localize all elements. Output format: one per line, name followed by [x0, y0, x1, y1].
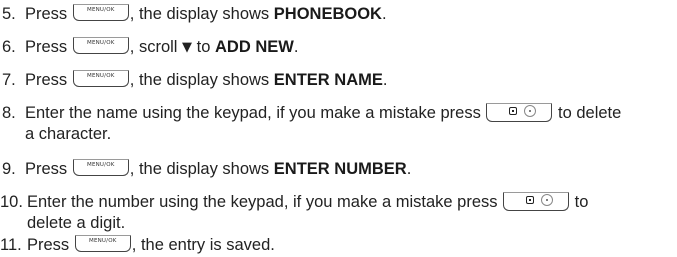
menu-ok-key-icon: MENU/OK [72, 159, 129, 176]
menu-ok-key-icon: MENU/OK [72, 37, 129, 54]
press-text: Press [25, 71, 68, 89]
press-text: Press [25, 5, 68, 23]
step-text-part: , scroll [129, 38, 183, 56]
key-label: MENU/OK [87, 162, 115, 168]
step-text: Press MENU/OK , the display shows PHONEBO… [25, 3, 387, 26]
menu-ok-key-icon: MENU/OK [74, 235, 131, 252]
instruction-steps: 5. Press MENU/OK , the display shows PHON… [0, 0, 677, 257]
step-text-part: to delete [553, 104, 622, 122]
step-text-continued: delete a digit. [27, 214, 126, 232]
delete-key-icon [503, 192, 570, 211]
step-text: Press MENU/OK , the display shows ENTER N… [25, 158, 411, 181]
phonebook-symbol-icon [526, 196, 535, 204]
step-number: 8. [2, 104, 16, 122]
step-text-part: Enter the number using the keypad, if yo… [27, 193, 503, 211]
key-label: MENU/OK [87, 40, 115, 46]
triangle-down-icon: ▼ [182, 40, 193, 55]
step-text-part: , the display shows [129, 71, 274, 89]
step-text-continued: a character. [25, 125, 112, 143]
key-label: MENU/OK [87, 7, 115, 13]
step-text-end: . [382, 71, 388, 89]
step-text-part: to [570, 193, 589, 211]
press-text: Press [27, 236, 70, 254]
menu-ok-key-icon: MENU/OK [72, 4, 129, 21]
step-text-part: to [192, 38, 215, 56]
step-number: 11. [0, 236, 22, 254]
delete-key-icon [486, 103, 553, 122]
step-text: Press MENU/OK , the entry is saved. [27, 234, 275, 257]
key-label: MENU/OK [87, 73, 115, 79]
dot-icon [524, 105, 537, 117]
step-text: Enter the name using the keypad, if you … [25, 102, 621, 125]
dot-icon [541, 194, 554, 206]
step-text: Press MENU/OK , the display shows ENTER N… [25, 69, 387, 92]
step-number: 9. [2, 160, 16, 178]
display-text: ENTER NUMBER [273, 160, 407, 178]
menu-ok-key-icon: MENU/OK [72, 70, 129, 87]
step-text-end: . [406, 160, 412, 178]
step-number: 7. [2, 71, 16, 89]
step-number: 6. [2, 38, 16, 56]
display-text: ENTER NAME [273, 71, 383, 89]
press-text: Press [25, 38, 68, 56]
step-number: 10. [0, 193, 23, 211]
step-text-end: . [293, 38, 299, 56]
step-text-part: , the display shows [129, 5, 274, 23]
step-text: Press MENU/OK , scroll ▼ to ADD NEW. [25, 36, 298, 59]
phonebook-symbol-icon [509, 107, 518, 115]
press-text: Press [25, 160, 68, 178]
display-text: ADD NEW [214, 38, 294, 56]
step-text-end: . [381, 5, 387, 23]
step-text-part: , the entry is saved. [131, 236, 275, 254]
key-label: MENU/OK [89, 238, 117, 244]
step-text-part: Enter the name using the keypad, if you … [25, 104, 486, 122]
step-number: 5. [2, 5, 16, 23]
step-text-part: , the display shows [129, 160, 274, 178]
step-text: Enter the number using the keypad, if yo… [27, 191, 588, 214]
display-text: PHONEBOOK [273, 5, 382, 23]
